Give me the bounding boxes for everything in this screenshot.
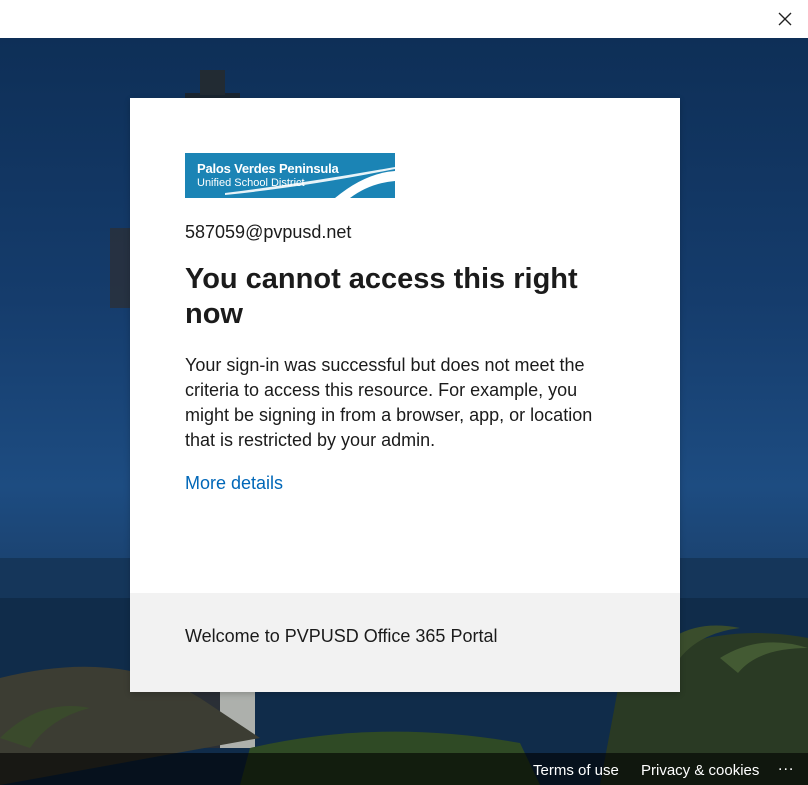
close-button[interactable] [770, 4, 800, 34]
logo-text-line1: Palos Verdes Peninsula [197, 161, 339, 176]
sign-in-window: Palos Verdes Peninsula Unified School Di… [0, 0, 808, 785]
terms-of-use-link[interactable]: Terms of use [533, 762, 619, 779]
more-details-link[interactable]: More details [185, 473, 283, 494]
sign-in-card: Palos Verdes Peninsula Unified School Di… [130, 98, 680, 692]
card-footer: Welcome to PVPUSD Office 365 Portal [130, 593, 680, 692]
close-icon [778, 12, 792, 26]
page-title: You cannot access this right now [185, 263, 578, 330]
card-content: Palos Verdes Peninsula Unified School Di… [130, 98, 680, 593]
title-bar [0, 0, 808, 38]
account-email: 587059@pvpusd.net [185, 222, 352, 242]
page-footer: Terms of use Privacy & cookies ... [0, 753, 808, 785]
error-description: Your sign-in was successful but does not… [185, 355, 593, 450]
welcome-text: Welcome to PVPUSD Office 365 Portal [185, 626, 498, 646]
logo-text-line2: Unified School District [197, 177, 305, 189]
privacy-cookies-link[interactable]: Privacy & cookies [641, 762, 759, 779]
more-options-button[interactable]: ... [778, 757, 794, 775]
district-logo: Palos Verdes Peninsula Unified School Di… [185, 153, 395, 198]
